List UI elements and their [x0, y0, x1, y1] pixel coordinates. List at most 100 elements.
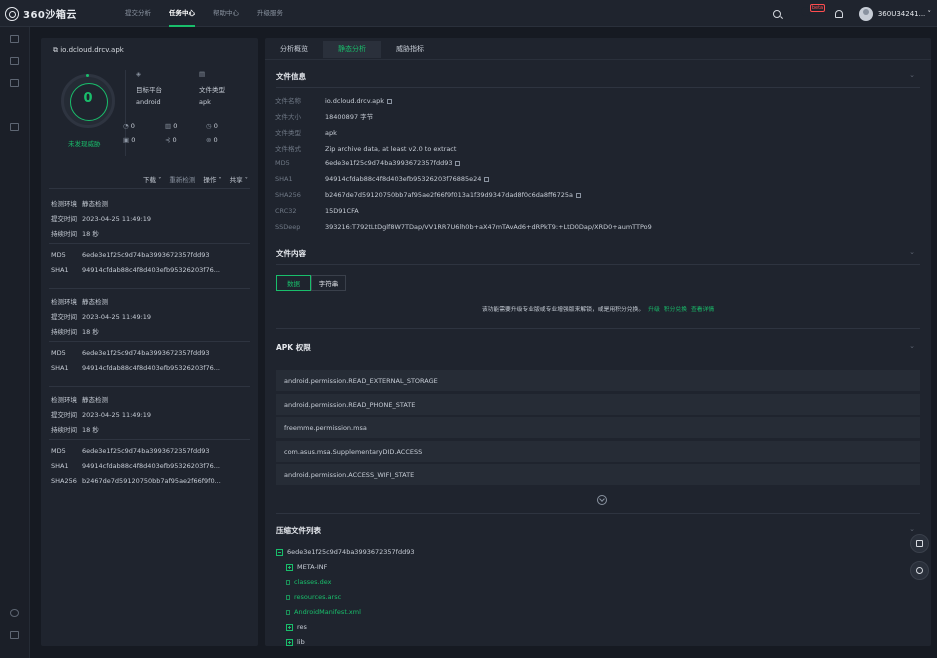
task-toolbar: 下载 ˅ 重新检测 操作 ˅ 共享 ˅: [143, 174, 248, 184]
filetype-icon: ▤: [199, 70, 206, 78]
support-float-button[interactable]: [910, 561, 929, 580]
run-3-time: 提交时间 2023-04-25 11:49:19: [51, 411, 152, 419]
sidebar-menu-icon[interactable]: [10, 631, 19, 639]
points-link[interactable]: 积分兑换: [664, 307, 687, 313]
fileinfo-collapse-icon[interactable]: ⌄: [909, 71, 915, 79]
report-icon: [916, 540, 923, 547]
expand-icon[interactable]: [286, 563, 293, 571]
tree-folder[interactable]: META-INF: [286, 563, 327, 571]
archive-title: 压缩文件列表: [276, 526, 321, 535]
nav-task-center[interactable]: 任务中心: [160, 0, 204, 27]
theme-toggle[interactable]: beta: [797, 4, 826, 18]
file-icon: [286, 594, 290, 600]
info-filename: 文件名称 io.dcloud.drcv.apk: [275, 95, 393, 105]
run-2-duration: 持续时间 18 秒: [51, 328, 99, 336]
permission-item: android.permission.ACCESS_WIFI_STATE: [276, 463, 920, 485]
stat-1: ◔ 0: [123, 122, 135, 130]
run-3-md5: MD5 6ede3e1f25c9d74ba3993672357fdd93: [51, 447, 210, 455]
run-1-env: 检测环境 静态检测: [51, 200, 108, 208]
expand-more-icon[interactable]: [597, 495, 607, 505]
permissions-title: APK 权限: [276, 343, 311, 352]
user-menu[interactable]: 360U34241... ˅: [858, 6, 931, 21]
content-collapse-icon[interactable]: ⌄: [909, 248, 915, 256]
copy-icon[interactable]: [484, 176, 490, 182]
expand-icon[interactable]: [286, 638, 293, 646]
content-tabs: 数据 字符串: [276, 275, 346, 291]
permission-item: android.permission.READ_EXTERNAL_STORAGE: [276, 369, 920, 391]
permissions-collapse-icon[interactable]: ⌄: [909, 342, 915, 350]
tree-file[interactable]: AndroidManifest.xml: [286, 608, 361, 616]
download-button[interactable]: 下载 ˅: [143, 174, 161, 184]
run-1-time: 提交时间 2023-04-25 11:49:19: [51, 215, 152, 223]
tab-data[interactable]: 数据: [276, 275, 311, 291]
copy-icon[interactable]: [455, 160, 461, 166]
details-link[interactable]: 查看详情: [691, 307, 714, 313]
logo-icon: [5, 6, 19, 21]
search-icon[interactable]: [772, 9, 781, 18]
nav-upgrade[interactable]: 升级服务: [248, 0, 292, 27]
tree-file[interactable]: classes.dex: [286, 578, 331, 586]
tab-strings[interactable]: 字符串: [311, 275, 346, 291]
tab-static-analysis[interactable]: 静态分析: [323, 41, 381, 58]
report-float-button[interactable]: [910, 534, 929, 553]
sidebar-mail-icon[interactable]: [10, 123, 19, 131]
platform-label: 目标平台: [136, 86, 162, 94]
permission-item: freemme.permission.msa: [276, 416, 920, 438]
run-1-duration: 持续时间 18 秒: [51, 230, 99, 238]
file-icon: [286, 579, 290, 585]
stat-4: ▣ 0: [123, 136, 136, 144]
run-2-sha1: SHA1 94914cfdab88c4f8d403efb95326203f76..…: [51, 364, 220, 372]
info-sha256: SHA256 b2467de7d59120750bb7af95ae2f66f9f0…: [275, 191, 581, 199]
stat-6: ⊚ 0: [206, 136, 218, 144]
copy-icon[interactable]: [387, 98, 393, 104]
permission-item: com.asus.msa.SupplementaryDID.ACCESS: [276, 440, 920, 462]
main-nav: 提交分析 任务中心 帮助中心 升级服务: [116, 0, 292, 27]
tree-root[interactable]: 6ede3e1f25c9d74ba3993672357fdd93: [276, 548, 414, 556]
run-2-env: 检测环境 静态检测: [51, 298, 108, 306]
beta-badge: beta: [809, 4, 826, 12]
headset-icon: [916, 567, 923, 574]
stat-5: ⊰ 0: [165, 136, 177, 144]
analysis-panel: 分析概览 静态分析 威胁指标 文件信息 ⌄ 文件名称 io.dcloud.drcv…: [265, 38, 931, 646]
run-2-md5: MD5 6ede3e1f25c9d74ba3993672357fdd93: [51, 349, 210, 357]
bell-icon[interactable]: [834, 9, 843, 18]
sidebar-doc-icon[interactable]: [10, 57, 19, 65]
tree-folder[interactable]: lib: [286, 638, 305, 646]
top-bar: 360沙箱云 提交分析 任务中心 帮助中心 升级服务 beta 360U3424…: [0, 0, 937, 27]
tab-overview[interactable]: 分析概览: [265, 41, 323, 58]
expand-icon[interactable]: [286, 623, 293, 631]
avatar: [858, 6, 873, 21]
tree-folder[interactable]: res: [286, 623, 307, 631]
filetype-value: apk: [199, 98, 211, 106]
upgrade-link[interactable]: 升级: [648, 307, 660, 313]
recheck-button[interactable]: 重新检测: [169, 174, 195, 184]
info-filetype: 文件类型 apk: [275, 129, 337, 137]
operations-button[interactable]: 操作 ˅: [203, 174, 221, 184]
content-title: 文件内容: [276, 249, 306, 258]
fileinfo-title: 文件信息: [276, 72, 306, 81]
nav-submit[interactable]: 提交分析: [116, 0, 160, 27]
archive-collapse-icon[interactable]: ⌄: [909, 525, 915, 533]
run-2-time: 提交时间 2023-04-25 11:49:19: [51, 313, 152, 321]
copy-icon[interactable]: [575, 192, 581, 198]
sidebar: [0, 27, 30, 658]
run-3-env: 检测环境 静态检测: [51, 396, 108, 404]
nav-help[interactable]: 帮助中心: [204, 0, 248, 27]
upgrade-notice: 该功能需要升级专业版或专业增强版来解锁，或是用积分兑换。 升级 积分兑换 查看详情: [481, 307, 715, 313]
sidebar-list-icon[interactable]: [10, 79, 19, 87]
tree-file[interactable]: resources.arsc: [286, 593, 341, 601]
collapse-icon[interactable]: [276, 548, 283, 556]
run-3-sha256: SHA256 b2467de7d59120750bb7af95ae2f66f9f0…: [51, 477, 221, 485]
brand-logo[interactable]: 360沙箱云: [5, 6, 77, 21]
platform-value: android: [136, 98, 161, 106]
info-md5: MD5 6ede3e1f25c9d74ba3993672357fdd93: [275, 159, 461, 167]
analysis-tabs: 分析概览 静态分析 威胁指标: [265, 41, 439, 58]
sidebar-settings-icon[interactable]: [10, 609, 19, 617]
info-ssdeep: SSDeep 393216:T792tLtDglf8W7TDap/VV1RR7U6…: [275, 223, 652, 231]
sidebar-copy-icon[interactable]: [10, 35, 19, 43]
score-value: 0: [83, 91, 93, 106]
tab-threat-indicators[interactable]: 威胁指标: [381, 41, 439, 58]
share-button[interactable]: 共享 ˅: [230, 174, 248, 184]
file-icon: [286, 609, 290, 615]
run-3-sha1: SHA1 94914cfdab88c4f8d403efb95326203f76..…: [51, 462, 220, 470]
